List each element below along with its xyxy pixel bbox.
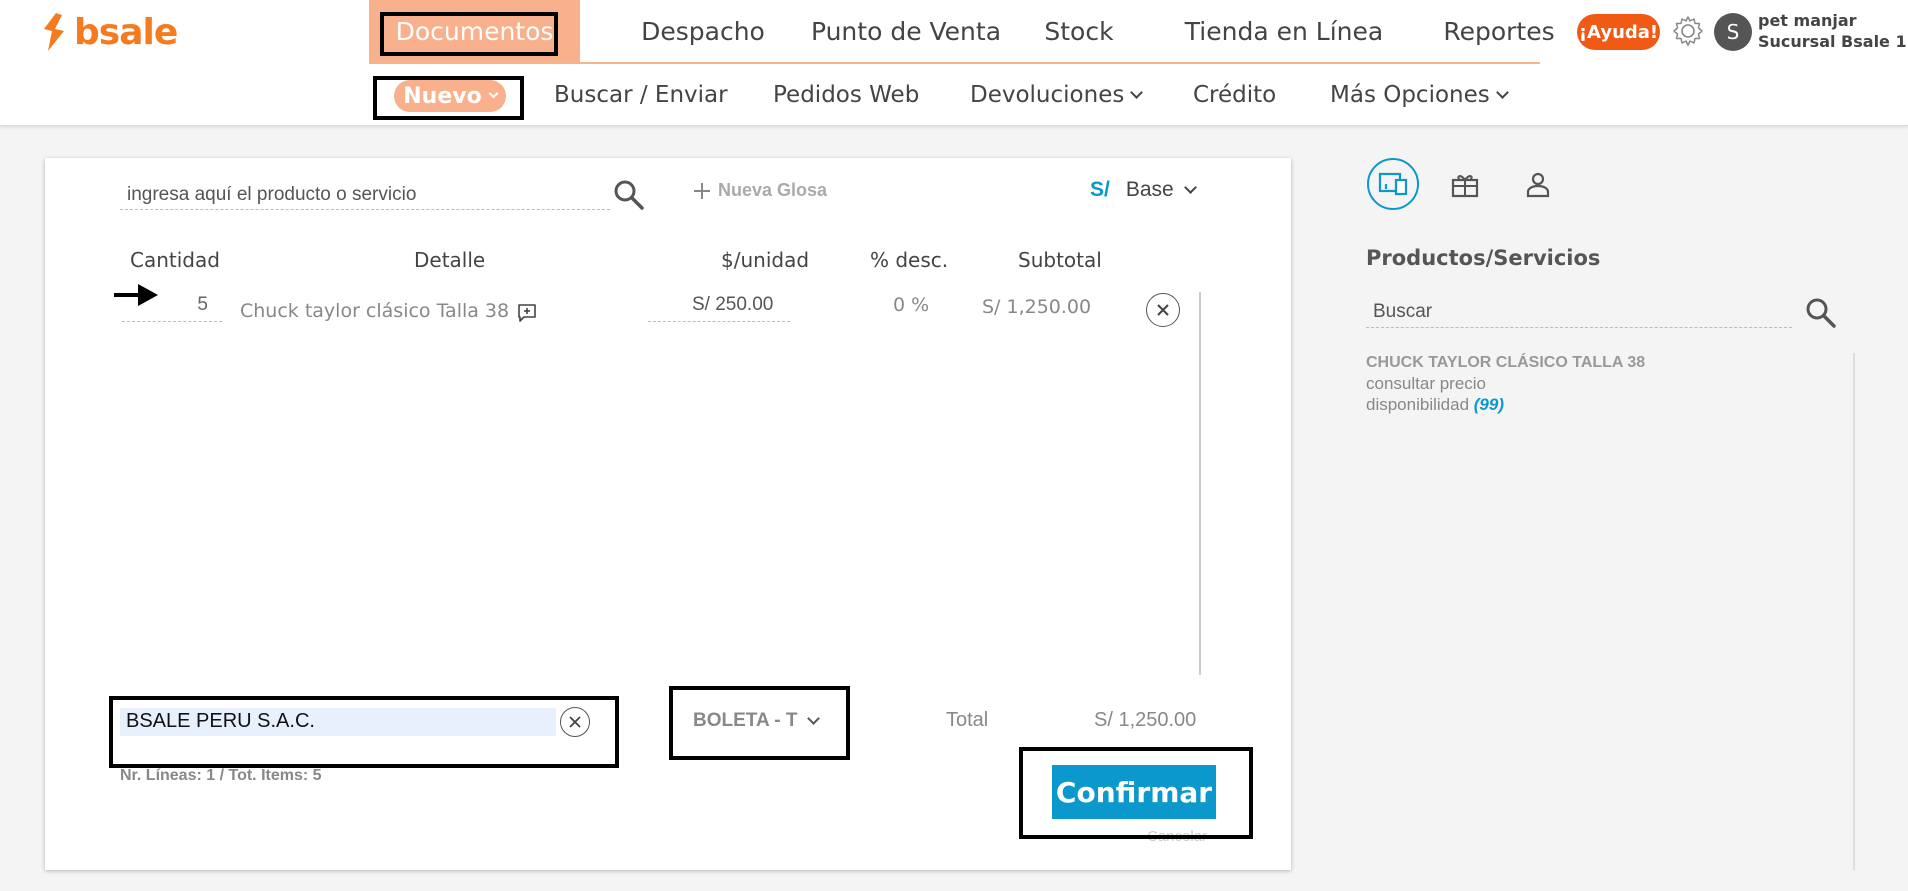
line-subtotal: S/ 1,250.00 (982, 296, 1092, 318)
plus-icon (694, 182, 710, 199)
person-icon (1526, 172, 1550, 198)
chevron-down-icon (1495, 86, 1509, 99)
close-icon (569, 716, 581, 728)
product-search-input[interactable]: ingresa aquí el producto o servicio (120, 178, 610, 210)
availability-count: (99) (1473, 395, 1504, 414)
col-header-unit-price: $/unidad (721, 248, 810, 272)
chevron-down-icon (488, 88, 499, 99)
side-panel-title: Productos/Servicios (1366, 246, 1601, 270)
top-navbar: bsale Documentos Despacho Punto de Venta… (0, 0, 1908, 64)
total-label: Total (946, 709, 989, 731)
subnav-credito[interactable]: Crédito (1193, 64, 1276, 126)
add-comment-icon[interactable] (516, 302, 538, 324)
col-header-subtotal: Subtotal (1018, 248, 1102, 272)
search-icon[interactable] (612, 178, 646, 212)
subnav-pedidos-web[interactable]: Pedidos Web (773, 64, 919, 126)
subnav-buscar-enviar[interactable]: Buscar / Enviar (554, 64, 728, 126)
price-list-select[interactable]: S/ Base (1090, 178, 1197, 202)
result-product-name[interactable]: CHUCK TAYLOR CLÁSICO TALLA 38 (1366, 354, 1645, 372)
client-field[interactable]: BSALE PERU S.A.C. (120, 708, 556, 736)
help-button[interactable]: ¡Ayuda! (1577, 14, 1660, 50)
col-header-discount: % desc. (870, 248, 949, 272)
nav-tienda-en-linea[interactable]: Tienda en Línea (1139, 0, 1429, 62)
lines-scrollbar[interactable] (1199, 292, 1201, 675)
remove-line-button[interactable] (1146, 293, 1180, 327)
bsale-logo-icon (44, 13, 64, 51)
tab-client[interactable] (1513, 160, 1563, 210)
chevron-down-icon (807, 712, 821, 725)
doc-type-select[interactable]: BOLETA - T (693, 710, 821, 732)
brand-name: bsale (74, 11, 178, 53)
gift-icon (1451, 175, 1479, 198)
user-name: pet manjar (1758, 11, 1857, 30)
col-header-cantidad: Cantidad (130, 248, 220, 272)
line-summary: Nr. Líneas: 1 / Tot. Items: 5 (120, 767, 322, 784)
nav-documentos[interactable]: Documentos (369, 0, 580, 62)
gear-icon[interactable] (1672, 15, 1704, 47)
total-value: S/ 1,250.00 (1094, 709, 1197, 731)
line-discount[interactable]: 0 % (893, 294, 929, 316)
nav-reportes[interactable]: Reportes (1389, 0, 1609, 62)
bsale-logo[interactable]: bsale (38, 10, 178, 54)
devices-icon (1378, 172, 1408, 196)
close-icon (1157, 304, 1169, 316)
col-header-detalle: Detalle (414, 248, 486, 272)
document-card (45, 158, 1291, 870)
price-list-label: Base (1125, 178, 1174, 201)
currency-symbol: S/ (1090, 178, 1110, 201)
result-availability: disponibilidad (99) (1366, 395, 1504, 414)
avatar[interactable]: S (1714, 13, 1752, 51)
branch-name: Sucursal Bsale 1 (1758, 32, 1907, 51)
cancel-link[interactable]: Cancelar (1147, 828, 1207, 845)
side-scrollbar[interactable] (1853, 353, 1855, 870)
nav-stock[interactable]: Stock (1009, 0, 1149, 62)
nav-punto-de-venta[interactable]: Punto de Venta (771, 0, 1041, 62)
search-icon[interactable] (1804, 296, 1838, 330)
chevron-down-icon (1183, 181, 1197, 194)
new-gloss-button[interactable]: Nueva Glosa (692, 180, 827, 201)
chevron-down-icon (1130, 86, 1144, 99)
subnav-mas-opciones[interactable]: Más Opciones (1330, 64, 1509, 126)
subnav-nuevo[interactable]: Nuevo (394, 80, 506, 112)
quantity-input[interactable]: 5 (122, 290, 222, 322)
main-nav: Documentos Despacho Punto de Venta Stock… (369, 0, 1555, 64)
product-search-placeholder: ingresa aquí el producto o servicio (127, 184, 417, 205)
side-search-input[interactable]: Buscar (1366, 296, 1792, 328)
tab-products[interactable] (1367, 158, 1419, 210)
result-price-note: consultar precio (1366, 374, 1487, 393)
subnav-devoluciones[interactable]: Devoluciones (970, 64, 1144, 126)
sub-nav: Buscar / Enviar Pedidos Web Devoluciones… (0, 64, 1908, 126)
tab-gift[interactable] (1440, 160, 1490, 210)
unit-price-input[interactable]: S/ 250.00 (648, 290, 790, 322)
clear-client-button[interactable] (560, 707, 590, 737)
confirm-button[interactable]: Confirmar (1052, 765, 1216, 819)
line-detail: Chuck taylor clásico Talla 38 (240, 300, 510, 322)
